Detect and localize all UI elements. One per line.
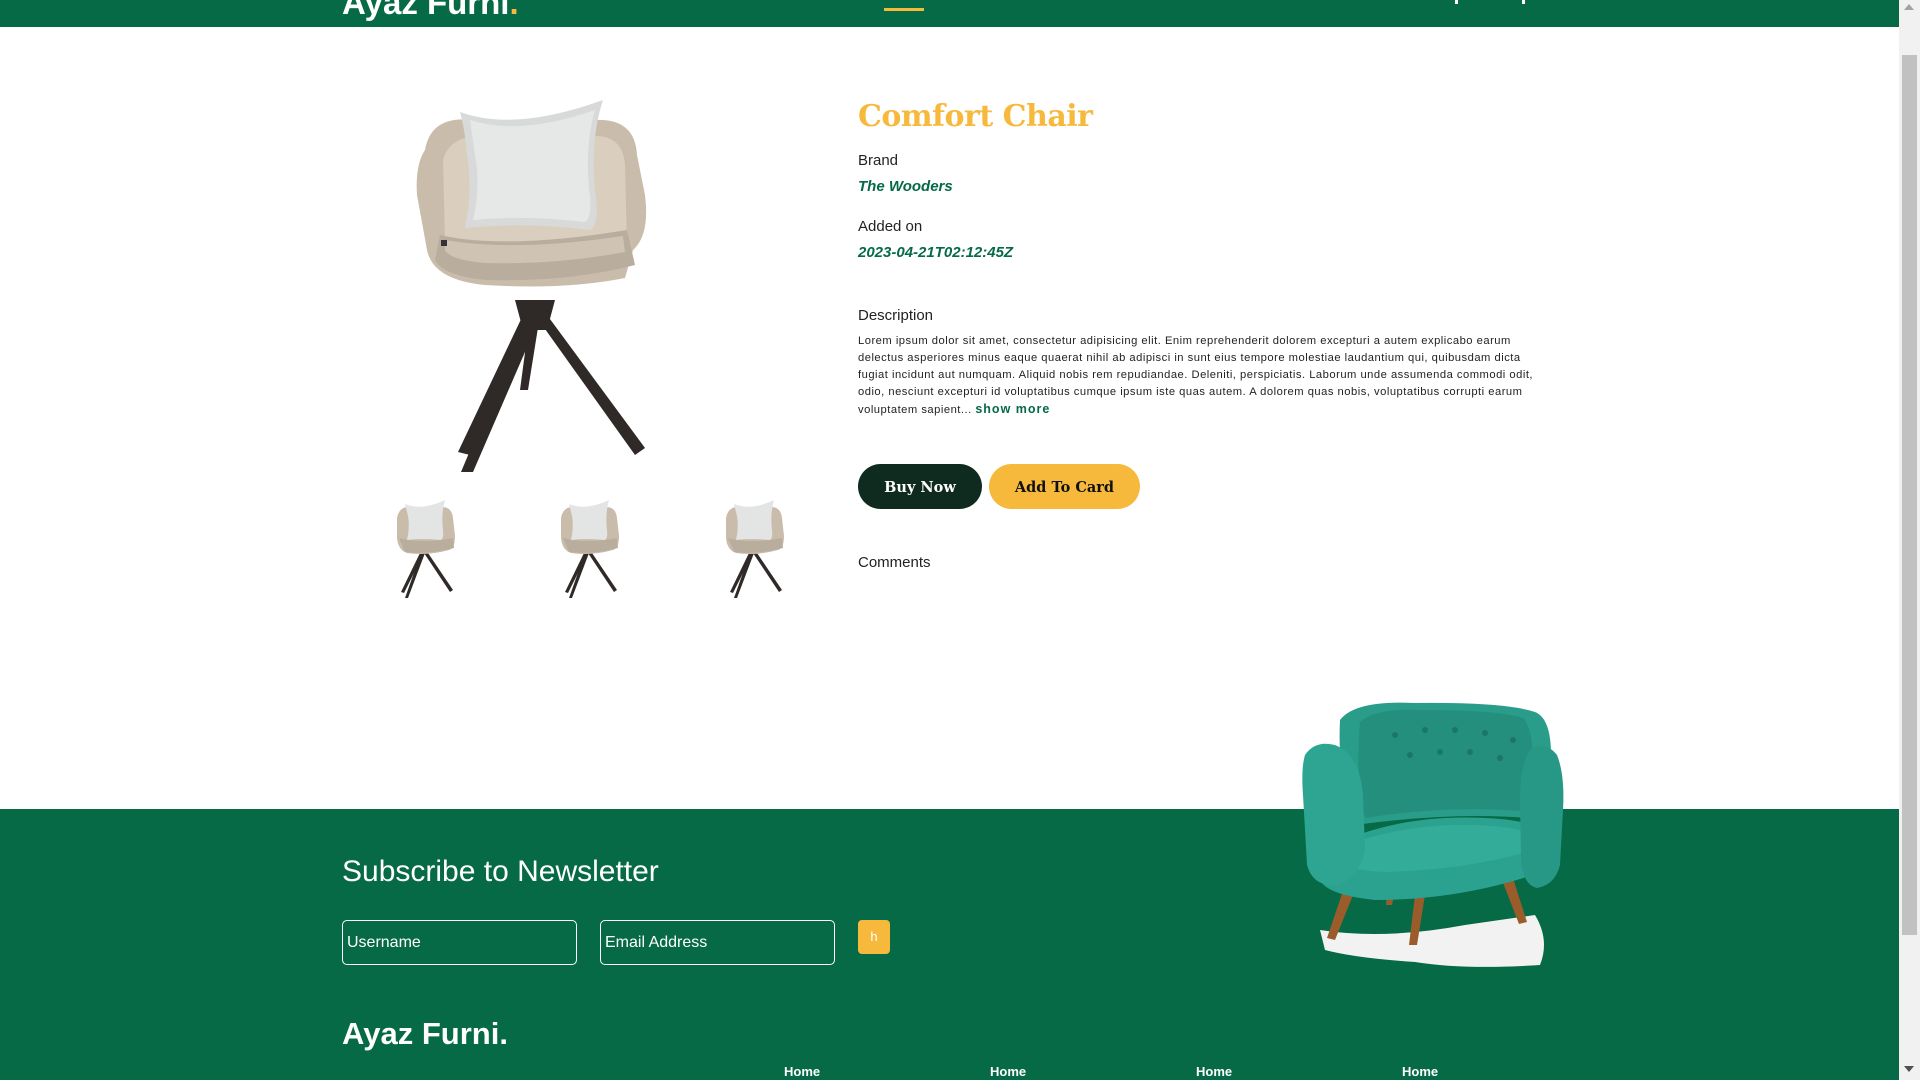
added-on-value: 2023-04-21T02:12:45Z [858, 244, 1014, 261]
username-input[interactable] [342, 920, 577, 965]
newsletter-submit-button[interactable]: h [858, 920, 890, 954]
show-more-link[interactable]: show more [975, 402, 1050, 416]
footer-logo: Ayaz Furni. [342, 1016, 508, 1051]
footer-link-home-3[interactable]: Home [1196, 1064, 1232, 1079]
added-on-label: Added on [858, 218, 923, 235]
brand-value: The Wooders [858, 178, 953, 195]
scrollbar-thumb[interactable] [1902, 55, 1917, 935]
footer-link-home-4[interactable]: Home [1402, 1064, 1438, 1079]
footer-link-home-2[interactable]: Home [990, 1064, 1026, 1079]
newsletter-title: Subscribe to Newsletter [342, 855, 659, 888]
description-label: Description [858, 307, 934, 324]
buy-now-button[interactable]: Buy Now [858, 464, 982, 509]
nav-active-indicator [884, 8, 924, 11]
header-logo-text: Ayaz Furni [342, 0, 510, 21]
product-main-image [416, 100, 647, 472]
add-to-cart-button[interactable]: Add To Card [989, 464, 1140, 509]
brand-label: Brand [858, 152, 899, 169]
teal-armchair-image [1302, 702, 1564, 967]
product-thumbnail-1[interactable] [387, 498, 462, 598]
product-thumbnail-2[interactable] [551, 498, 626, 598]
description-text: Lorem ipsum dolor sit amet, consectetur … [858, 333, 1538, 419]
comments-label: Comments [858, 554, 931, 571]
scrollbar[interactable] [1899, 0, 1920, 1080]
footer [0, 809, 1899, 1080]
header-logo-dot: . [509, 0, 519, 21]
scroll-up-arrow-icon[interactable] [1904, 4, 1914, 10]
header-logo[interactable]: Ayaz Furni. [342, 0, 519, 19]
cart-icon[interactable] [1522, 0, 1525, 4]
footer-link-home-1[interactable]: Home [784, 1064, 820, 1079]
scroll-down-arrow-icon[interactable] [1904, 1066, 1914, 1072]
product-title: Comfort Chair [858, 99, 1093, 134]
product-thumbnail-3[interactable] [716, 498, 791, 598]
email-input[interactable] [600, 920, 835, 965]
top-navbar: Ayaz Furni. [0, 0, 1899, 27]
user-icon[interactable] [1455, 0, 1458, 4]
description-body: Lorem ipsum dolor sit amet, consectetur … [858, 335, 1534, 416]
